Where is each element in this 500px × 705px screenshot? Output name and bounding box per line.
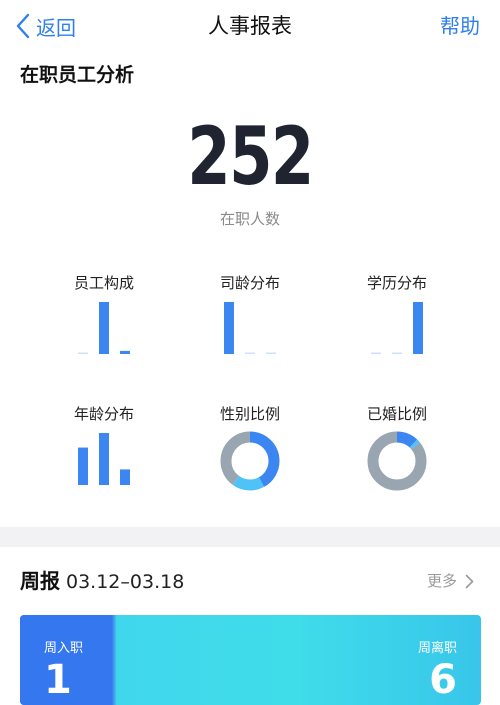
bar-mark — [99, 433, 109, 485]
weekly-summary-card[interactable]: 周入职 1 周离职 6 — [20, 615, 481, 705]
weekly-report-header: 周报 03.12–03.18 — [20, 566, 184, 596]
weekly-hires-label: 周入职 — [44, 641, 84, 656]
bar-mark — [99, 302, 109, 354]
mini-donut-chart — [220, 431, 280, 491]
bar-mark — [78, 447, 88, 485]
weekly-departures-label: 周离职 — [417, 641, 457, 656]
cell-label: 已婚比例 — [366, 405, 427, 423]
cell-label: 学历分布 — [366, 274, 427, 292]
bar-mark — [245, 352, 255, 354]
mini-bar-chart — [371, 302, 423, 354]
chevron-right-icon — [465, 574, 474, 588]
headcount-caption: 在职人数 — [219, 210, 280, 228]
bar-mark — [266, 352, 276, 354]
weekly-hires-value: 1 — [44, 657, 72, 703]
more-link[interactable]: 更多 — [427, 568, 474, 594]
bar-mark — [413, 302, 423, 354]
mini-donut-chart — [367, 431, 427, 491]
bar-mark — [78, 352, 88, 354]
nav-bar: 返回 人事报表 帮助 — [0, 0, 500, 52]
cell-gender-ratio[interactable]: 性别比例 — [190, 403, 310, 493]
section-divider — [0, 527, 500, 547]
cell-label: 司龄分布 — [219, 274, 280, 292]
bar-mark — [120, 350, 130, 354]
cell-label: 员工构成 — [73, 274, 134, 292]
more-label: 更多 — [426, 572, 457, 590]
page-title: 人事报表 — [208, 14, 292, 38]
weekly-departures-value: 6 — [429, 657, 457, 703]
cell-label: 年龄分布 — [73, 405, 134, 423]
mini-bar-chart — [78, 302, 130, 354]
bar-mark — [224, 302, 234, 354]
weekly-report-range: 03.12–03.18 — [66, 571, 185, 593]
mini-bar-chart — [224, 302, 276, 354]
cell-label: 性别比例 — [219, 405, 280, 423]
cell-staff-composition[interactable]: 员工构成 — [44, 272, 164, 358]
headcount-value: 252 — [187, 110, 314, 203]
cell-education-distribution[interactable]: 学历分布 — [337, 272, 457, 358]
weekly-report-label: 周报 — [20, 569, 60, 593]
cell-marriage-ratio[interactable]: 已婚比例 — [337, 403, 457, 493]
bar-mark — [392, 352, 402, 354]
bar-mark — [371, 352, 381, 354]
bar-mark — [120, 469, 130, 485]
cell-tenure-distribution[interactable]: 司龄分布 — [190, 272, 310, 358]
cell-age-distribution[interactable]: 年龄分布 — [44, 403, 164, 489]
mini-bar-chart — [78, 433, 130, 485]
section-title: 在职员工分析 — [20, 64, 135, 86]
help-button[interactable]: 帮助 — [440, 10, 480, 42]
